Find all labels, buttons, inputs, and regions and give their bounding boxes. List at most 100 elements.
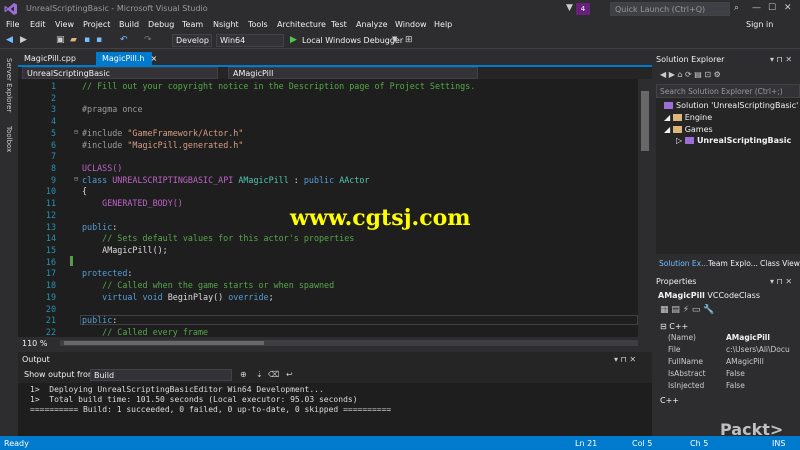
redo-icon[interactable]: ↷ — [144, 35, 152, 45]
open-folder-icon[interactable]: ▰ — [70, 35, 77, 45]
output-line: 1> Deploying UnrealScriptingBasicEditor … — [30, 385, 324, 394]
menu-help[interactable]: Help — [434, 20, 452, 29]
expand-icon[interactable]: ◢ — [664, 113, 673, 122]
menu-tools[interactable]: Tools — [248, 20, 268, 29]
tree-engine[interactable]: ◢ Engine — [664, 113, 712, 122]
property-value[interactable]: False — [726, 369, 745, 378]
attach-icon[interactable]: ⊞ — [405, 35, 413, 45]
line-number: 1 — [50, 81, 56, 91]
code-line: protected: — [82, 268, 133, 278]
watermark: www.cgtsj.com — [290, 205, 471, 231]
editor-vertical-scrollbar[interactable] — [638, 79, 652, 337]
properties-toolbar-icons[interactable]: ▦ ▤ ⚡ ▭ 🔧 — [660, 305, 714, 315]
se-toolbar-icons[interactable]: ◀ ▶ ⌂ ⟳ ▤ ⊡ ⚙ — [660, 70, 721, 79]
tab-label: MagicPill.h — [102, 54, 145, 63]
menu-view[interactable]: View — [55, 20, 74, 29]
status-column: Col 5 — [632, 439, 653, 448]
menu-team[interactable]: Team — [182, 20, 203, 29]
line-number: 14 — [45, 233, 56, 243]
symbol-nav-dropdown[interactable]: AMagicPill — [228, 67, 478, 79]
editor-horizontal-scrollbar[interactable] — [60, 340, 638, 346]
back-icon[interactable]: ◀ — [6, 35, 13, 45]
line-number: 4 — [50, 116, 56, 126]
project-nav-dropdown[interactable]: UnrealScriptingBasic — [22, 67, 218, 79]
platform-dropdown[interactable]: Win64 — [216, 34, 284, 47]
fold-toggle-icon[interactable]: ⊟ — [74, 128, 78, 136]
menu-nsight[interactable]: Nsight — [213, 20, 239, 29]
clear-all-icon[interactable]: ⌫ — [268, 370, 279, 379]
visual-studio-logo-icon — [4, 3, 17, 15]
menu-analyze[interactable]: Analyze — [356, 20, 388, 29]
close-tab-icon[interactable]: × — [150, 54, 157, 63]
tab-magicpill-h[interactable]: MagicPill.h × — [96, 52, 157, 66]
menu-project[interactable]: Project — [83, 20, 110, 29]
server-explorer-tab[interactable]: Server Explorer — [5, 58, 13, 112]
tab-magicpill-cpp[interactable]: MagicPill.cpp — [20, 53, 80, 64]
property-value[interactable]: AMagicPill — [726, 333, 770, 342]
menu-build[interactable]: Build — [119, 20, 139, 29]
debugger-dropdown-icon[interactable]: ▼ — [392, 35, 397, 43]
solution-explorer-search-input[interactable]: Search Solution Explorer (Ctrl+;) — [656, 84, 800, 98]
menu-edit[interactable]: Edit — [30, 20, 46, 29]
undo-icon[interactable]: ↶ — [120, 35, 128, 45]
fold-toggle-icon[interactable]: ⊟ — [74, 175, 78, 183]
property-value[interactable]: c:\Users\Ali\Docu — [726, 345, 790, 354]
filter-icon[interactable]: ▼ — [566, 3, 573, 13]
code-line: #include "GameFramework/Actor.h" — [82, 128, 244, 138]
scrollbar-thumb[interactable] — [64, 341, 264, 345]
code-line: // Called when the game starts or when s… — [82, 280, 335, 290]
project-nav-label: UnrealScriptingBasic — [27, 69, 110, 78]
save-icon[interactable]: ▪ — [84, 35, 90, 45]
panel-pin-close-icons[interactable]: ▾ ⊓ ✕ — [770, 277, 792, 286]
minimize-button[interactable]: — — [752, 3, 761, 13]
menu-test[interactable]: Test — [331, 20, 347, 29]
panel-pin-close-icons[interactable]: ▾ ⊓ ✕ — [770, 55, 792, 64]
category-header[interactable]: ⊟ C++ — [660, 322, 688, 331]
tree-item-label: Solution 'UnrealScriptingBasic' (2 pr — [676, 101, 800, 110]
tree-games[interactable]: ◢ Games — [664, 125, 713, 134]
show-output-from-label: Show output from: — [24, 370, 99, 379]
property-value[interactable]: False — [726, 381, 745, 390]
word-wrap-icon[interactable]: ↩ — [286, 370, 293, 379]
close-button[interactable]: ✕ — [784, 3, 792, 13]
toolbox-tab[interactable]: Toolbox — [5, 126, 13, 152]
tree-solution[interactable]: Solution 'UnrealScriptingBasic' (2 pr — [664, 101, 800, 110]
expand-icon[interactable]: ▷ — [676, 136, 685, 145]
forward-icon[interactable]: ▶ — [20, 35, 27, 45]
notification-badge[interactable]: 4 — [576, 3, 590, 15]
find-icon[interactable]: ⊕ — [240, 370, 247, 379]
menu-debug[interactable]: Debug — [148, 20, 174, 29]
property-value[interactable]: AMagicPill — [726, 357, 764, 366]
output-line: ========== Build: 1 succeeded, 0 failed,… — [30, 405, 392, 414]
expand-icon[interactable]: ◢ — [664, 125, 673, 134]
scrollbar-thumb[interactable] — [641, 91, 649, 151]
output-source-dropdown[interactable]: Build — [90, 369, 232, 381]
tree-project[interactable]: ▷ UnrealScriptingBasic — [676, 136, 791, 145]
sign-in-link[interactable]: Sign in — [746, 20, 773, 29]
tree-item-label: Engine — [684, 113, 713, 122]
code-line: { — [82, 186, 88, 196]
search-icon[interactable]: ⌕ — [734, 3, 739, 13]
menu-file[interactable]: File — [6, 20, 19, 29]
properties-object-selector[interactable]: AMagicPill VCCodeClass — [658, 291, 760, 300]
zoom-level-dropdown[interactable]: 110 % — [22, 339, 47, 348]
maximize-button[interactable]: ☐ — [768, 3, 776, 13]
property-name: File — [668, 345, 681, 354]
start-debugging-button[interactable]: Local Windows Debugger — [302, 36, 403, 45]
menu-window[interactable]: Window — [395, 20, 427, 29]
menu-architecture[interactable]: Architecture — [277, 20, 326, 29]
code-line: #include "MagicPill.generated.h" — [82, 140, 244, 150]
quick-launch-input[interactable]: Quick Launch (Ctrl+Q) — [610, 2, 730, 16]
next-message-icon[interactable]: ⇣ — [256, 370, 263, 379]
new-project-icon[interactable]: ▣ — [56, 35, 65, 45]
start-debug-icon[interactable]: ▶ — [290, 35, 297, 45]
panel-pin-close-icons[interactable]: ▾ ⊓ ✕ — [614, 355, 636, 364]
save-all-icon[interactable]: ▪ — [96, 35, 102, 45]
tab-solution-explorer[interactable]: Solution Ex... — [659, 259, 708, 268]
tab-class-view[interactable]: Class View — [760, 259, 800, 268]
packt-logo: Packt> — [720, 420, 784, 439]
tab-team-explorer[interactable]: Team Explo... — [708, 259, 758, 268]
code-line: AMagicPill(); — [82, 245, 168, 255]
configuration-dropdown[interactable]: Develop — [172, 34, 212, 47]
code-line: #pragma once — [82, 104, 143, 114]
